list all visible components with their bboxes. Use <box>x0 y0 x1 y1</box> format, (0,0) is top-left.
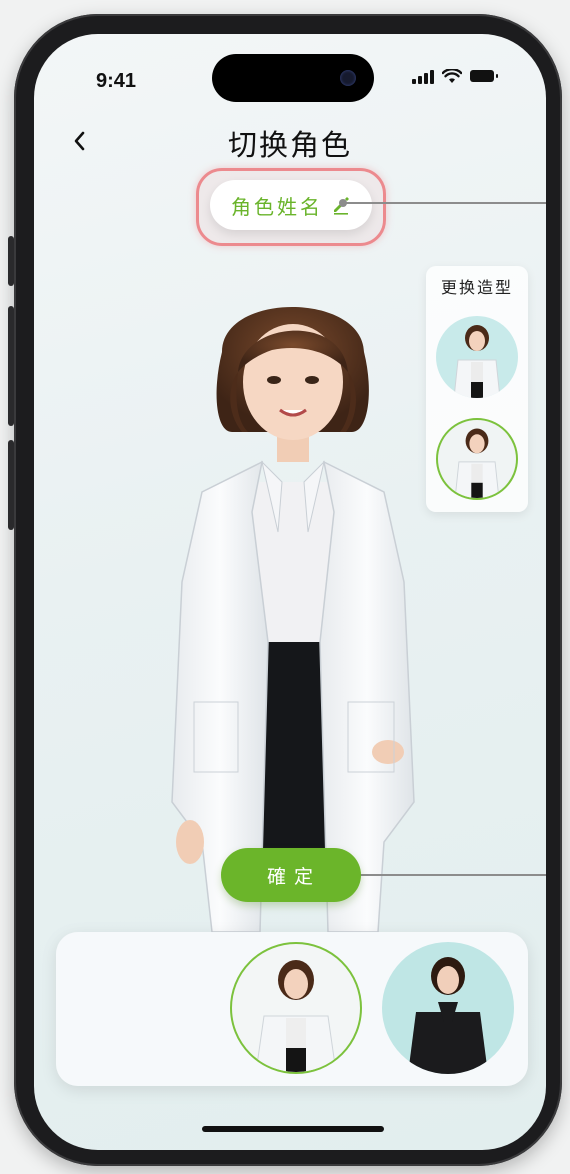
callout-line-confirm <box>350 874 546 876</box>
phone-action-button <box>8 236 14 286</box>
battery-icon <box>470 70 498 82</box>
character-figure <box>171 307 415 933</box>
style-option-2-figure <box>454 428 500 498</box>
signal-icon <box>412 68 434 84</box>
style-panel-title: 更换造型 <box>440 278 513 297</box>
page-title: 切换角色 <box>227 128 352 162</box>
dynamic-island <box>212 54 374 102</box>
style-option-1[interactable] <box>436 316 518 398</box>
character-option-black-figure <box>408 957 488 1074</box>
confirm-button[interactable]: 確定 <box>221 848 361 902</box>
character-option-white-figure <box>255 960 337 1072</box>
character-name-label: 角色姓名 <box>231 194 323 219</box>
callout-line-name <box>344 202 546 204</box>
style-option-2[interactable] <box>436 418 518 500</box>
style-option-1-figure <box>453 325 501 398</box>
status-time: 9:41 <box>96 70 137 92</box>
character-option-black[interactable] <box>382 942 514 1074</box>
style-panel: 更换造型 <box>426 266 528 512</box>
camera-icon <box>340 70 356 86</box>
status-icons <box>412 68 498 84</box>
app-screen: 9:41 切换角色 角色姓名 更换造型 確定 <box>34 34 546 1150</box>
callout-dot-name <box>339 199 347 207</box>
phone-volume-up-button <box>8 306 14 426</box>
character-option-white[interactable] <box>230 942 362 1074</box>
phone-volume-down-button <box>8 440 14 530</box>
wifi-icon <box>442 69 462 83</box>
home-indicator <box>202 1126 384 1132</box>
character-name-button[interactable]: 角色姓名 <box>210 180 372 230</box>
character-tray <box>56 932 528 1086</box>
